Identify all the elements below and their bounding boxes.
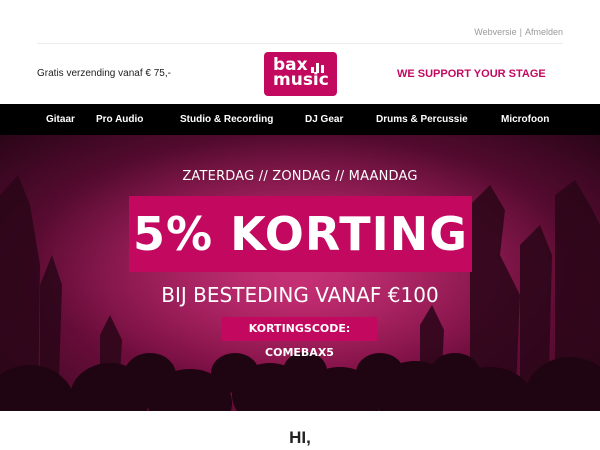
unsubscribe-link[interactable]: Afmelden [525, 27, 563, 37]
nav-item-studio-recording[interactable]: Studio & Recording [180, 104, 273, 135]
slogan: WE SUPPORT YOUR STAGE [397, 68, 546, 80]
category-nav: Gitaar Pro Audio Studio & Recording DJ G… [0, 104, 600, 135]
nav-item-dj-gear[interactable]: DJ Gear [305, 104, 343, 135]
minimum-spend: BIJ BESTEDING VANAF €100 [161, 283, 439, 307]
free-shipping-note: Gratis verzending vanaf € 75,- [37, 68, 171, 79]
discount-headline: 5% KORTING [129, 196, 472, 272]
link-separator: | [519, 27, 522, 37]
greeting-heading: HI, [289, 428, 311, 447]
promo-banner[interactable]: ZATERDAG // ZONDAG // MAANDAG 5% KORTING… [0, 135, 600, 411]
nav-item-pro-audio[interactable]: Pro Audio [96, 104, 143, 135]
top-links: Webversie | Afmelden [474, 27, 563, 37]
nav-item-microfoon[interactable]: Microfoon [501, 104, 549, 135]
nav-item-gitaar[interactable]: Gitaar [46, 104, 75, 135]
bax-music-logo[interactable]: bax music [264, 52, 337, 96]
promo-days: ZATERDAG // ZONDAG // MAANDAG [182, 169, 418, 184]
nav-item-drums-percussie[interactable]: Drums & Percussie [376, 104, 468, 135]
discount-code-badge: KORTINGSCODE: COMEBAX5 [222, 317, 377, 359]
logo-text-music: music [273, 70, 329, 90]
header-divider [37, 43, 563, 44]
webversion-link[interactable]: Webversie [474, 27, 516, 37]
